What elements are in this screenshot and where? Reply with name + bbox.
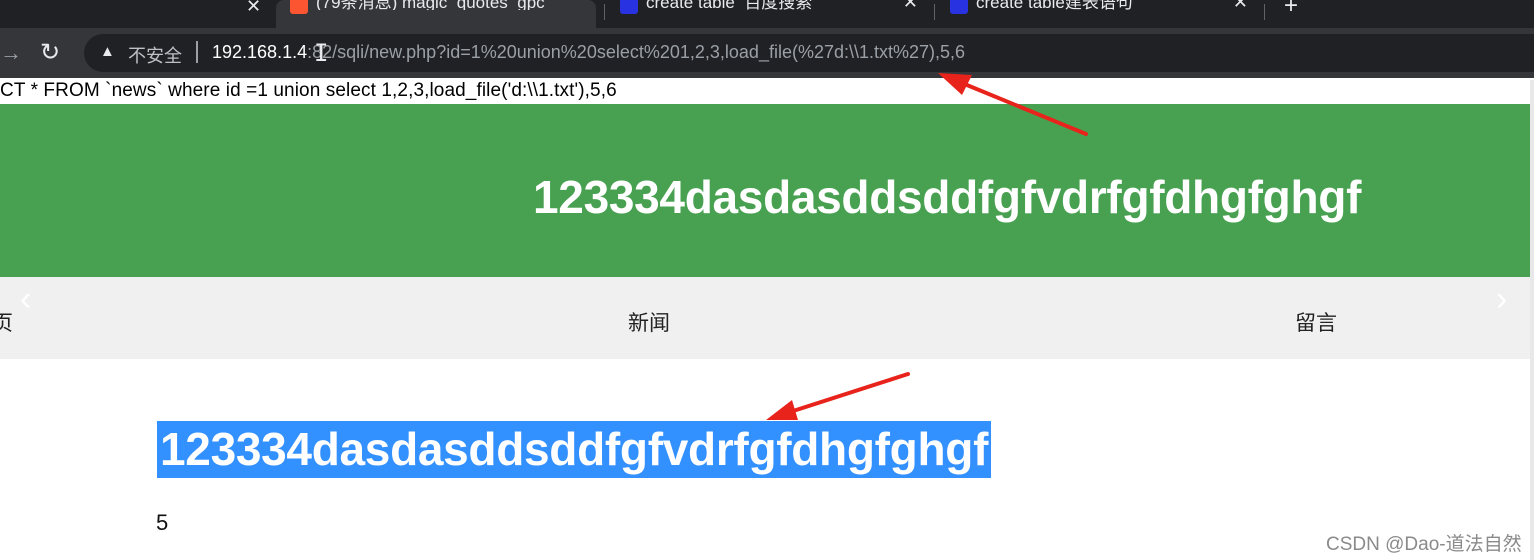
tab-magic-quotes[interactable]: (79条消息) magic_quotes_gpc	[276, 0, 596, 28]
tab-separator	[1264, 4, 1265, 20]
sql-query-echo: CT * FROM `news` where id =1 union selec…	[0, 80, 617, 101]
tab-create-table-baidu[interactable]: create table_百度搜索 ✕	[606, 0, 932, 28]
carousel-next-icon[interactable]: ›	[1496, 280, 1507, 319]
page-scroll-edge	[1530, 80, 1534, 560]
omnibox-divider	[196, 41, 198, 63]
carousel-prev-icon[interactable]: ‹	[20, 280, 31, 319]
text-cursor-icon: I	[314, 39, 329, 67]
reload-icon[interactable]: ↻	[40, 38, 60, 67]
forward-arrow-icon[interactable]: →	[0, 40, 22, 66]
banner-title: 123334dasdasddsddfgfvdrfgfdhgfghgf	[533, 171, 1362, 223]
tab-separator	[934, 4, 935, 20]
tab-title: create table_百度搜索	[646, 0, 813, 10]
url-path: :82/sqli/new.php?id=1%20union%20select%2…	[307, 42, 966, 62]
nav-item-news[interactable]: 新闻	[628, 307, 670, 337]
warning-triangle-icon[interactable]: ▲	[100, 43, 115, 60]
address-bar[interactable]: ▲ 不安全 192.168.1.4:82/sqli/new.php?id=1%2…	[84, 34, 1534, 72]
site-banner: 123334dasdasddsddfgfvdrfgfdhgfghgf	[0, 104, 1534, 277]
baidu-favicon-icon	[620, 0, 638, 14]
security-status-label[interactable]: 不安全	[128, 42, 182, 68]
new-tab-button[interactable]: +	[1284, 0, 1298, 20]
tab-separator	[604, 4, 605, 20]
close-tab-icon[interactable]: ✕	[246, 0, 261, 17]
url-host: 192.168.1.4	[212, 42, 308, 62]
tab-title: (79条消息) magic_quotes_gpc	[316, 0, 545, 10]
close-tab-icon[interactable]: ✕	[1233, 0, 1248, 11]
red-arrow-icon	[766, 372, 910, 420]
news-field-value: 5	[156, 510, 169, 535]
csdn-favicon-icon	[290, 0, 308, 14]
csdn-watermark: CSDN @Dao-道法自然	[1326, 534, 1522, 555]
nav-item-messages[interactable]: 留言	[1295, 307, 1337, 337]
tab-title: create table建表语句	[976, 0, 1133, 10]
browser-toolbar: → ↻ ▲ 不安全 192.168.1.4:82/sqli/new.php?id…	[0, 28, 1534, 78]
nav-item-home[interactable]: 页	[0, 307, 13, 337]
site-nav-bar: ‹ 页 新闻 留言 ›	[0, 277, 1534, 359]
browser-tab-strip: ✕ (79条消息) magic_quotes_gpc create table_…	[0, 0, 1534, 28]
tab-create-table-statement[interactable]: create table建表语句 ✕	[936, 0, 1262, 28]
baidu-favicon-icon	[950, 0, 968, 14]
close-tab-icon[interactable]: ✕	[903, 0, 918, 11]
news-headline-selected[interactable]: 123334dasdasddsddfgfvdrfgfdhgfghgf	[157, 421, 992, 478]
